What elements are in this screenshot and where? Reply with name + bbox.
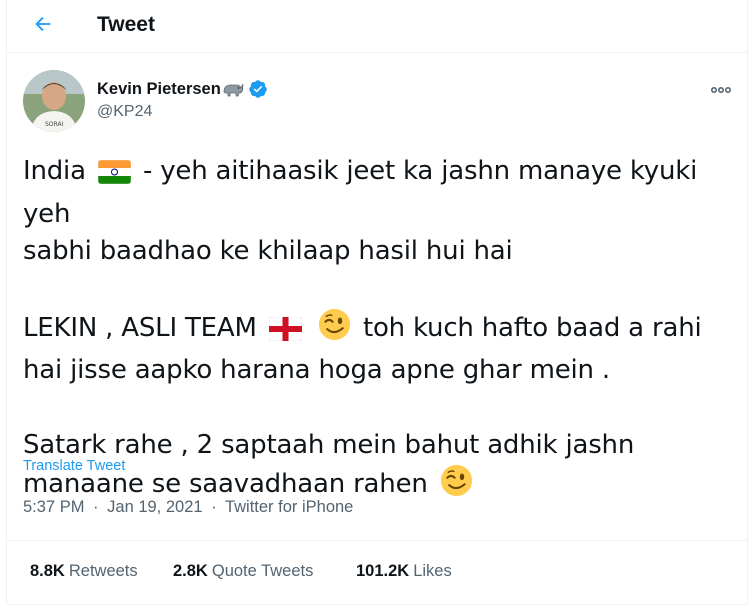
translate-tweet-link[interactable]: Translate Tweet bbox=[23, 458, 125, 474]
england-flag-icon bbox=[268, 315, 303, 353]
quote-tweets-label: Quote Tweets bbox=[211, 562, 314, 580]
separator-dot: · bbox=[211, 498, 217, 516]
tweet-text-segment: LEKIN , ASLI TEAM bbox=[23, 312, 257, 343]
tweet-stats-bar: 8.8K Retweets 2.8K Quote Tweets 101.2K Like… bbox=[7, 540, 747, 605]
tweet-date[interactable]: Jan 19, 2021 bbox=[107, 498, 202, 516]
likes-stat[interactable]: 101.2K Likes bbox=[356, 562, 452, 581]
tweet-line: India - yeh aitihaasik jeet ka jashn man… bbox=[23, 153, 733, 233]
tweet-text: India - yeh aitihaasik jeet ka jashn man… bbox=[23, 153, 733, 509]
rhino-emoji-icon bbox=[222, 80, 244, 98]
tweet-text-segment: India bbox=[23, 156, 86, 186]
verified-badge-icon bbox=[248, 79, 268, 99]
tweet-line: sabhi baadhao ke khilaap hasil hui hai bbox=[23, 236, 513, 266]
author-name-text: Kevin Pietersen bbox=[97, 79, 221, 98]
more-dots-icon bbox=[710, 81, 732, 99]
page-header: Tweet bbox=[7, 0, 747, 53]
likes-count: 101.2K bbox=[356, 562, 410, 580]
quote-tweets-count: 2.8K bbox=[173, 562, 208, 580]
winking-face-icon bbox=[318, 308, 351, 353]
svg-text:SORAI: SORAI bbox=[45, 121, 64, 128]
tweet-page: Tweet SORAI Kevin Pietersen @KP24 India … bbox=[6, 0, 748, 605]
separator-dot: · bbox=[93, 498, 99, 516]
quote-tweets-stat[interactable]: 2.8K Quote Tweets bbox=[173, 562, 313, 581]
arrow-left-icon bbox=[32, 13, 54, 40]
tweet-source[interactable]: Twitter for iPhone bbox=[225, 498, 353, 516]
tweet-line: LEKIN , ASLI TEAM toh kuch hafto baad a … bbox=[23, 308, 733, 353]
retweets-count: 8.8K bbox=[30, 562, 65, 580]
likes-label: Likes bbox=[413, 562, 452, 580]
retweets-stat[interactable]: 8.8K Retweets bbox=[30, 562, 138, 581]
page-title: Tweet bbox=[97, 13, 155, 36]
author-name[interactable]: Kevin Pietersen bbox=[97, 79, 268, 99]
retweets-label: Retweets bbox=[68, 562, 138, 580]
avatar[interactable]: SORAI bbox=[23, 70, 85, 132]
winking-face-icon bbox=[440, 464, 473, 509]
author-handle[interactable]: @KP24 bbox=[97, 103, 152, 121]
back-button[interactable] bbox=[27, 10, 59, 42]
india-flag-icon bbox=[97, 158, 132, 196]
tweet-text-segment: toh kuch hafto baad a rahi bbox=[362, 312, 702, 343]
tweet-line: Satark rahe , 2 saptaah mein bahut adhik… bbox=[23, 429, 635, 460]
tweet-time[interactable]: 5:37 PM bbox=[23, 498, 84, 516]
tweet-metadata: 5:37 PM · Jan 19, 2021 · Twitter for iPh… bbox=[23, 498, 353, 517]
more-options-button[interactable] bbox=[709, 78, 733, 102]
tweet-line: hai jisse aapko harana hoga apne ghar me… bbox=[23, 355, 610, 385]
